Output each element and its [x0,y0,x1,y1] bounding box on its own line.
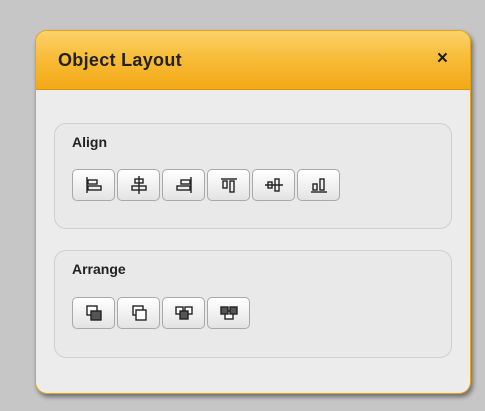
arrange-group: Arrange [54,250,452,358]
close-icon[interactable]: × [437,48,448,70]
align-top-icon [220,178,237,193]
align-middle-icon [264,178,283,192]
align-left-icon [85,177,102,193]
bring-forward-button[interactable] [162,297,205,329]
bring-to-front-button[interactable] [72,297,115,329]
dialog-title: Object Layout [58,50,182,70]
align-middle-button[interactable] [252,169,295,201]
send-backward-button[interactable] [207,297,250,329]
bring-to-front-icon [85,305,102,321]
align-center-icon [130,176,147,194]
bring-forward-icon [174,306,193,320]
arrange-group-label: Arrange [72,261,126,277]
align-right-icon [175,177,192,193]
align-bottom-icon [310,178,327,193]
send-to-back-button[interactable] [117,297,160,329]
arrange-buttons [72,297,250,329]
align-bottom-button[interactable] [297,169,340,201]
align-center-button[interactable] [117,169,160,201]
send-to-back-icon [131,305,147,321]
align-group-label: Align [72,134,107,150]
align-left-button[interactable] [72,169,115,201]
align-group: Align [54,123,452,229]
send-backward-icon [219,306,238,320]
align-top-button[interactable] [207,169,250,201]
align-buttons [72,169,340,201]
align-right-button[interactable] [162,169,205,201]
dialog-titlebar[interactable]: Object Layout × [36,31,470,90]
object-layout-dialog: Object Layout × Align Arrange [35,30,471,394]
